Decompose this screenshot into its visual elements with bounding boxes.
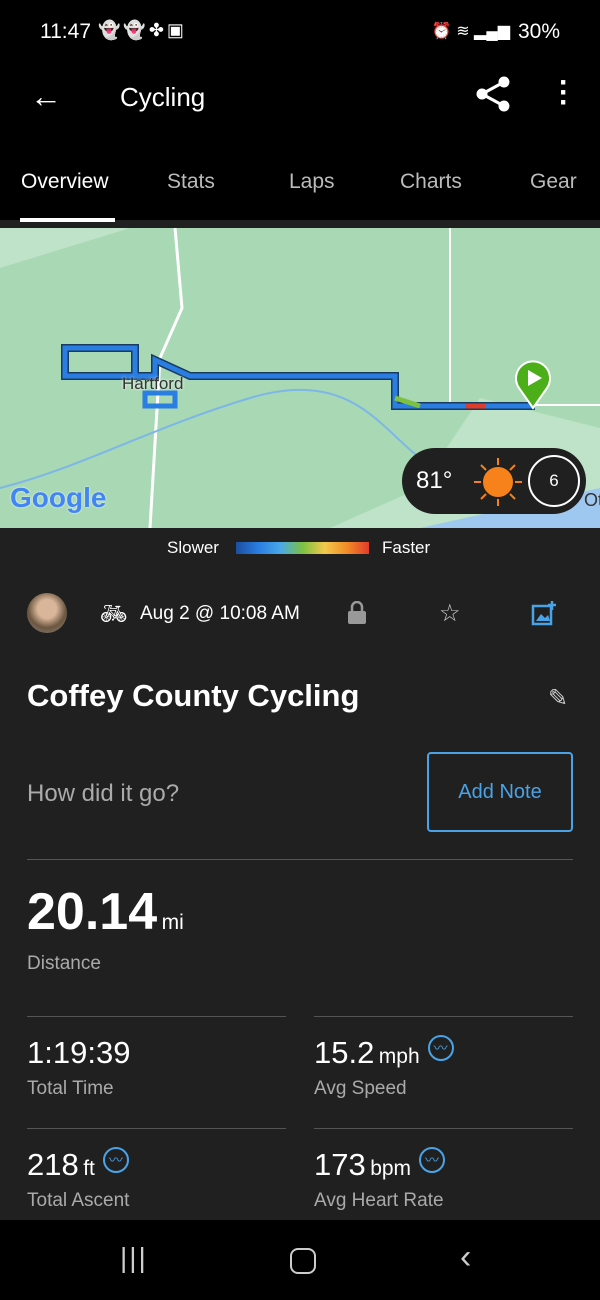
avatar[interactable] bbox=[27, 593, 67, 633]
temperature: 81° bbox=[416, 467, 453, 494]
total-ascent-label: Total Ascent bbox=[27, 1190, 130, 1211]
system-nav-bar: ||| ‹ bbox=[0, 1220, 600, 1300]
add-note-button[interactable]: Add Note bbox=[427, 752, 573, 832]
wind-indicator: 6 bbox=[528, 455, 580, 507]
edit-pencil-icon[interactable]: ✎ bbox=[548, 684, 568, 713]
tab-gear[interactable]: Gear bbox=[530, 170, 577, 194]
chart-pulse-icon[interactable]: 〰 bbox=[427, 1035, 454, 1061]
town-label: Hartford bbox=[122, 374, 184, 393]
total-ascent-value: 218 bbox=[27, 1147, 79, 1182]
more-options-icon[interactable]: · · · bbox=[554, 68, 574, 118]
share-icon[interactable] bbox=[476, 76, 512, 112]
tab-laps[interactable]: Laps bbox=[289, 170, 335, 194]
divider bbox=[314, 1016, 573, 1017]
avg-hr-value: 173 bbox=[314, 1147, 366, 1182]
app-bar: ← Cycling · · · Overview Stats Laps Charts… bbox=[0, 62, 600, 222]
tab-overview[interactable]: Overview bbox=[21, 170, 109, 194]
avg-speed-unit: mph bbox=[378, 1045, 420, 1068]
home-icon[interactable] bbox=[290, 1248, 316, 1274]
add-photo-icon[interactable] bbox=[531, 600, 557, 626]
chart-pulse-icon[interactable]: 〰 bbox=[102, 1147, 129, 1173]
distance-unit: mi bbox=[161, 911, 184, 934]
avg-hr-unit: bpm bbox=[370, 1157, 412, 1180]
recent-apps-icon[interactable]: ||| bbox=[120, 1242, 148, 1274]
speed-gradient bbox=[236, 542, 369, 554]
bike-icon: 🚲︎ bbox=[100, 601, 128, 626]
avg-speed-label: Avg Speed bbox=[314, 1078, 407, 1099]
page-title: Cycling bbox=[120, 82, 206, 112]
distance-stat: 20.14 mi bbox=[27, 882, 184, 942]
map-edge-label: Ot bbox=[584, 490, 600, 510]
total-ascent-unit: ft bbox=[83, 1157, 95, 1180]
avg-heart-rate-stat[interactable]: 173 bpm 〰 bbox=[314, 1147, 446, 1183]
note-prompt: How did it go? bbox=[27, 780, 180, 807]
total-time-label: Total Time bbox=[27, 1078, 114, 1099]
chart-pulse-icon[interactable]: 〰 bbox=[419, 1147, 446, 1173]
divider bbox=[27, 859, 573, 860]
lock-icon[interactable] bbox=[347, 601, 367, 625]
total-ascent-stat[interactable]: 218 ft 〰 bbox=[27, 1147, 129, 1183]
status-bar: 11:47 👻👻✤▣ ⏰ ≋ ▂▄▆ 30% bbox=[0, 0, 600, 62]
tab-charts[interactable]: Charts bbox=[400, 170, 462, 194]
activity-date: Aug 2 @ 10:08 AM bbox=[140, 603, 300, 624]
distance-label: Distance bbox=[27, 953, 101, 974]
battery-level: 30% bbox=[517, 20, 560, 43]
start-pin-icon bbox=[515, 360, 551, 410]
status-icons: ⏰ ≋ ▂▄▆ bbox=[431, 23, 510, 40]
avg-hr-label: Avg Heart Rate bbox=[314, 1190, 444, 1211]
tab-bar: Overview Stats Laps Charts Gear bbox=[0, 170, 600, 222]
legend-slower: Slower bbox=[167, 538, 219, 557]
tab-stats[interactable]: Stats bbox=[167, 170, 215, 194]
route-map[interactable]: Hartford Google Ot 81° 6 bbox=[0, 228, 600, 528]
total-time-value: 1:19:39 bbox=[27, 1035, 131, 1070]
avg-speed-stat[interactable]: 15.2 mph 〰 bbox=[314, 1035, 454, 1071]
distance-value: 20.14 bbox=[27, 883, 158, 941]
active-tab-indicator bbox=[20, 218, 115, 222]
avg-speed-value: 15.2 bbox=[314, 1035, 375, 1070]
legend-faster: Faster bbox=[382, 538, 431, 557]
favorite-star-icon[interactable]: ☆ bbox=[439, 599, 461, 628]
back-arrow-icon[interactable]: ← bbox=[30, 78, 62, 115]
divider bbox=[27, 1016, 286, 1017]
notification-icons: 👻👻✤▣ bbox=[98, 20, 187, 40]
activity-name: Coffey County Cycling bbox=[27, 678, 360, 713]
google-logo: Google bbox=[10, 482, 107, 513]
sun-icon bbox=[474, 458, 522, 506]
clock: 11:47 bbox=[40, 20, 91, 43]
weather-badge[interactable]: 81° 6 bbox=[402, 448, 586, 514]
divider bbox=[27, 1128, 286, 1129]
back-nav-icon[interactable]: ‹ bbox=[460, 1238, 471, 1277]
total-time-stat: 1:19:39 bbox=[27, 1035, 130, 1071]
divider bbox=[314, 1128, 573, 1129]
